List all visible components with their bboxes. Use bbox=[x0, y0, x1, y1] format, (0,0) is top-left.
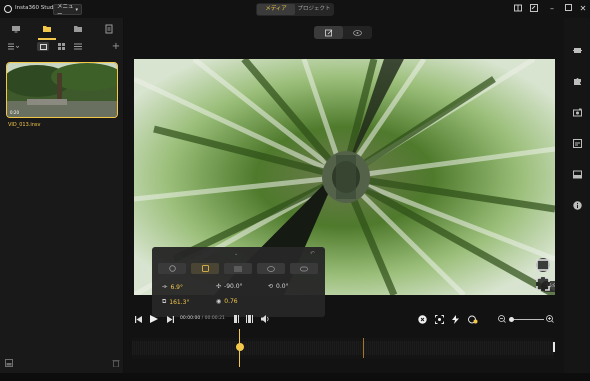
stabilization-icon[interactable] bbox=[572, 45, 582, 55]
ai-frame-icon[interactable] bbox=[434, 314, 444, 324]
import-icon[interactable] bbox=[73, 24, 83, 34]
media-library-panel: + 0:20 VID_013.insv bbox=[0, 18, 124, 373]
app-title: Insta360 Studio bbox=[15, 5, 59, 11]
view-adjust-panel: ⌄ ↶ ⟛ 6.9° ✣ -90.0° ⟲ 0.0° ⧉ 161.3° ◉ 0.… bbox=[152, 247, 325, 317]
preview-workspace: 16:9 ⌄ ↶ ⟛ bbox=[124, 18, 583, 373]
close-icon[interactable]: ✕ bbox=[578, 4, 588, 14]
fullscreen-icon[interactable] bbox=[536, 277, 550, 291]
screenshot-icon[interactable] bbox=[536, 258, 550, 272]
trim-end-icon[interactable] bbox=[245, 314, 254, 324]
fov-param[interactable]: ⧉ 161.3° bbox=[162, 298, 189, 306]
panel-toggle-icon[interactable] bbox=[5, 359, 13, 367]
timeline-track[interactable] bbox=[132, 341, 554, 355]
panel-collapse-icon[interactable]: ⌄ bbox=[234, 251, 238, 257]
right-tool-rail bbox=[564, 18, 590, 373]
fov-value: 161.3° bbox=[169, 298, 190, 306]
timeline-end-marker bbox=[553, 342, 555, 352]
info-icon[interactable] bbox=[572, 200, 582, 210]
total-time: 00:00:21 bbox=[204, 316, 225, 321]
distance-icon: ◉ bbox=[216, 298, 222, 305]
thumbnail-duration: 0:20 bbox=[10, 110, 19, 115]
media-filename: VID_013.insv bbox=[8, 122, 41, 128]
pan-value: -90.0° bbox=[224, 283, 243, 290]
roll-value: 0.0° bbox=[276, 283, 289, 290]
menu-dropdown[interactable]: メニュー ▾ bbox=[53, 3, 82, 18]
volume-icon[interactable] bbox=[260, 314, 270, 324]
zoom-out-icon[interactable] bbox=[497, 314, 506, 324]
tab-project[interactable]: プロジェクト bbox=[295, 4, 333, 15]
pan-param[interactable]: ✣ -90.0° bbox=[216, 283, 243, 290]
view-mode-switch bbox=[314, 26, 372, 39]
next-frame-icon[interactable] bbox=[166, 314, 174, 324]
folder-icon[interactable] bbox=[38, 24, 56, 40]
pan-icon: ✣ bbox=[216, 283, 222, 290]
timeline-marker[interactable] bbox=[363, 338, 364, 358]
tiny-planet-mode-button[interactable] bbox=[158, 263, 186, 274]
wide-view-mode-button[interactable] bbox=[257, 263, 285, 274]
color-grading-icon[interactable] bbox=[572, 169, 582, 179]
menu-label: メニュー bbox=[57, 3, 74, 18]
current-time: 00:00:00 bbox=[180, 316, 201, 321]
sort-icon[interactable] bbox=[6, 42, 20, 51]
media-thumbnail[interactable]: 0:20 bbox=[6, 62, 118, 118]
zoom-slider-track[interactable] bbox=[510, 319, 544, 320]
chevron-down-icon: ▾ bbox=[75, 6, 78, 13]
puzzle-effects-icon[interactable] bbox=[572, 76, 582, 86]
edit-list-icon[interactable] bbox=[104, 24, 114, 34]
maximize-icon[interactable] bbox=[563, 4, 573, 14]
play-icon[interactable] bbox=[150, 314, 158, 324]
app-logo-icon bbox=[4, 5, 12, 13]
natural-view-mode-button[interactable] bbox=[224, 263, 252, 274]
distance-param[interactable]: ◉ 0.76 bbox=[216, 298, 238, 305]
playback-controls: 00:00:00 / 00:00:21 bbox=[124, 314, 564, 326]
fov-icon: ⧉ bbox=[162, 298, 167, 305]
reset-icon[interactable]: ↶ bbox=[310, 250, 315, 257]
tilt-icon: ⟛ bbox=[162, 283, 168, 290]
subtitles-icon[interactable] bbox=[572, 138, 582, 148]
distance-value: 0.76 bbox=[224, 298, 238, 305]
zoom-in-icon[interactable] bbox=[545, 314, 554, 324]
thumbnail-image bbox=[7, 63, 117, 117]
feedback-icon[interactable] bbox=[529, 4, 539, 14]
roll-icon: ⟲ bbox=[268, 283, 274, 290]
status-bar bbox=[0, 373, 590, 381]
trash-icon[interactable] bbox=[112, 359, 120, 368]
roll-param[interactable]: ⟲ 0.0° bbox=[268, 283, 289, 290]
trim-start-icon[interactable] bbox=[233, 314, 241, 324]
list-view-icon[interactable] bbox=[72, 42, 84, 51]
flat-view-mode-button[interactable] bbox=[290, 263, 318, 274]
edit-view-icon[interactable] bbox=[314, 26, 343, 39]
speed-flash-icon[interactable] bbox=[450, 314, 460, 324]
monitor-icon[interactable] bbox=[11, 24, 21, 34]
library-toolbar: + bbox=[0, 41, 124, 53]
minimize-icon[interactable]: – bbox=[547, 4, 557, 14]
tab-media[interactable]: メディア bbox=[257, 4, 295, 15]
free-view-mode-button[interactable] bbox=[191, 263, 219, 274]
grid-view-icon[interactable] bbox=[55, 42, 67, 51]
mode-switch: メディア プロジェクト bbox=[256, 3, 334, 16]
add-media-icon[interactable]: + bbox=[110, 41, 122, 52]
timeline[interactable] bbox=[132, 329, 555, 367]
preview-eye-icon[interactable] bbox=[343, 26, 372, 39]
large-thumbnail-view-icon[interactable] bbox=[37, 42, 49, 51]
timecode: 00:00:00 / 00:00:21 bbox=[180, 316, 225, 321]
remove-clip-icon[interactable] bbox=[417, 314, 427, 324]
tilt-param[interactable]: ⟛ 6.9° bbox=[162, 283, 183, 291]
library-tabs bbox=[0, 22, 124, 40]
snapshot-icon[interactable] bbox=[572, 107, 582, 117]
zoom-slider-handle[interactable] bbox=[509, 316, 514, 322]
title-bar: Insta360 Studio メニュー ▾ メディア プロジェクト – ✕ bbox=[0, 0, 590, 18]
previous-frame-icon[interactable] bbox=[134, 314, 142, 324]
playhead-handle[interactable] bbox=[235, 343, 244, 351]
view-mode-buttons bbox=[158, 263, 318, 274]
tilt-value: 6.9° bbox=[170, 283, 183, 291]
keyframe-tracking-icon[interactable] bbox=[466, 314, 478, 324]
layout-icon[interactable] bbox=[513, 4, 523, 14]
